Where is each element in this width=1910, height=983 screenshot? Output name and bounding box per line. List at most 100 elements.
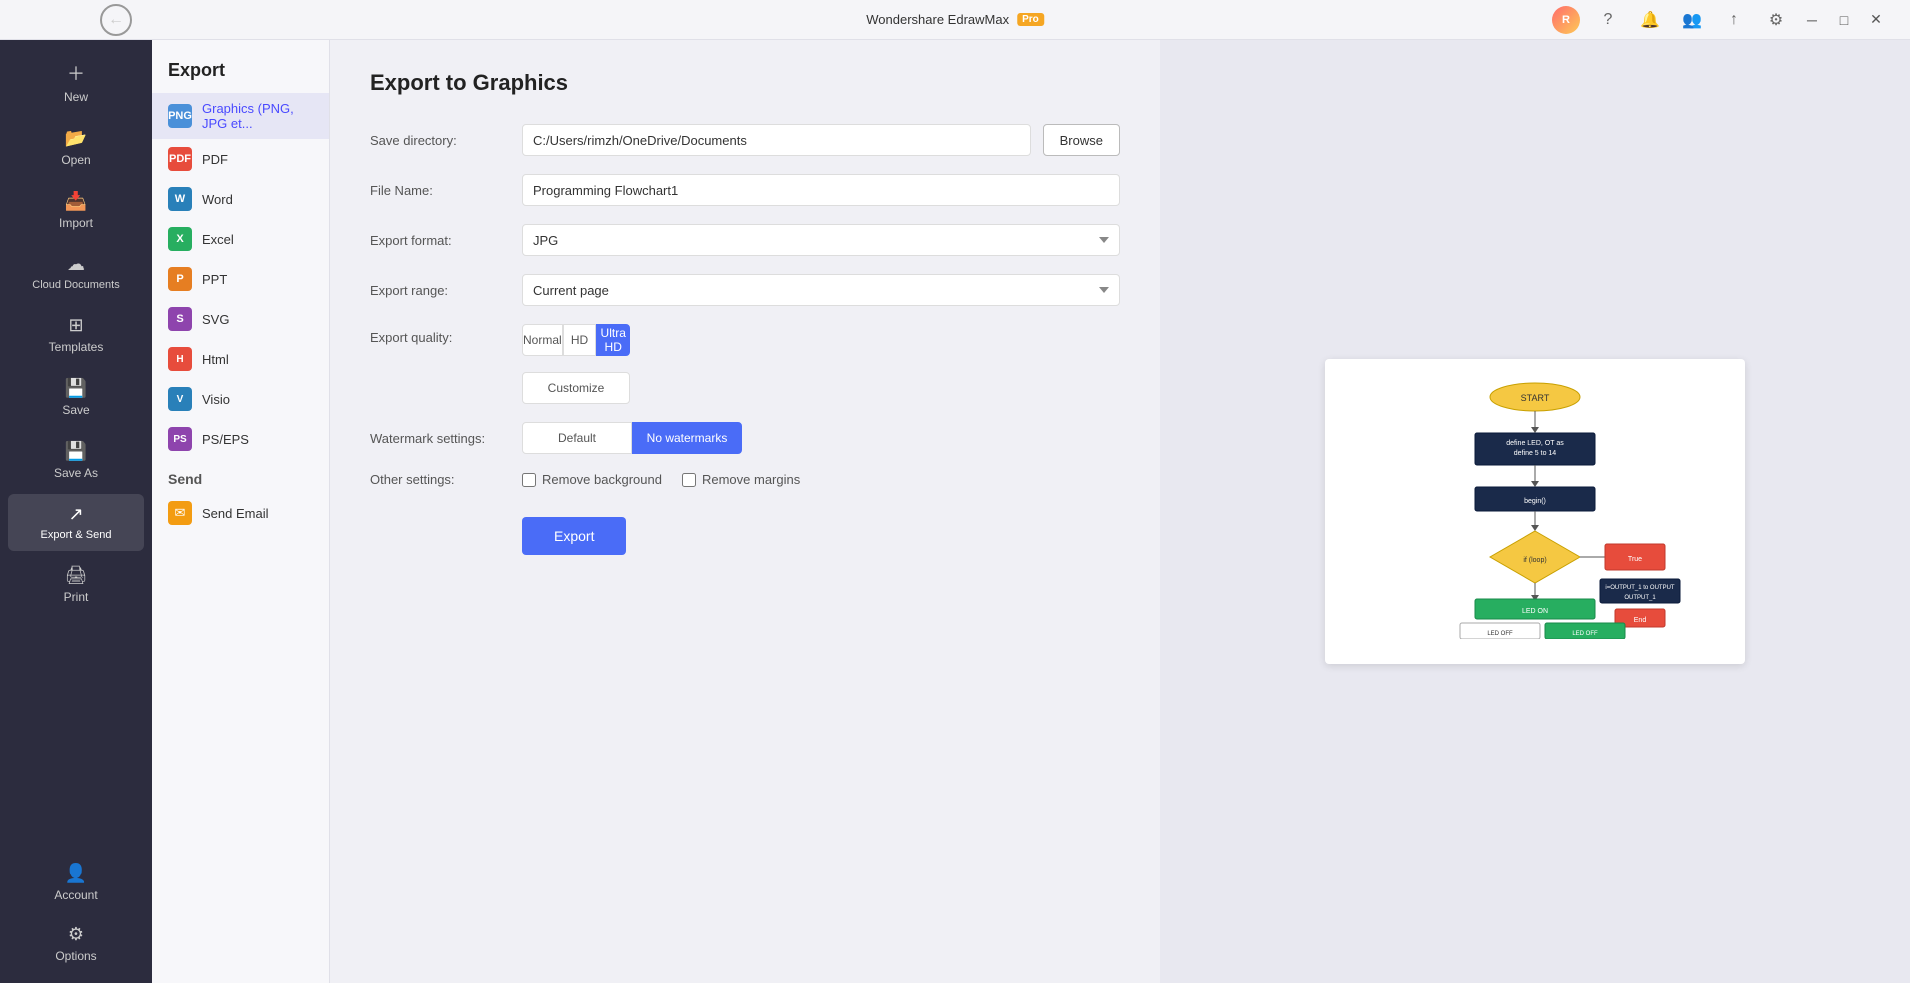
new-icon: ＋	[67, 60, 85, 86]
help-icon[interactable]: ?	[1594, 6, 1622, 34]
export-panel: Export PNG Graphics (PNG, JPG et... PDF …	[152, 40, 330, 983]
other-settings-row: Other settings: Remove background Remove…	[370, 472, 1120, 487]
sidebar-item-open[interactable]: 📂 Open	[8, 118, 144, 177]
titlebar: ← Wondershare EdrawMax Pro R ? 🔔 👥 ↑ ⚙ ─…	[0, 0, 1910, 40]
export-item-html[interactable]: H Html	[152, 339, 329, 379]
export-quality-label: Export quality:	[370, 324, 510, 345]
export-format-row: Export format: JPG PNG BMP SVG PDF	[370, 224, 1120, 256]
sidebar-item-options[interactable]: ⚙ Options	[8, 914, 144, 973]
html-icon: H	[168, 347, 192, 371]
export-button[interactable]: Export	[522, 517, 626, 555]
sidebar-item-label-cloud: Cloud Documents	[32, 279, 119, 291]
watermark-label: Watermark settings:	[370, 431, 510, 446]
export-item-ppt[interactable]: P PPT	[152, 259, 329, 299]
sidebar-item-label-save-as: Save As	[54, 466, 98, 480]
export-item-excel[interactable]: X Excel	[152, 219, 329, 259]
export-range-label: Export range:	[370, 283, 510, 298]
export-panel-title: Export	[152, 40, 329, 93]
flowchart-preview: START define LED, OT as define 5 to 14 b…	[1345, 379, 1725, 639]
ppt-icon: P	[168, 267, 192, 291]
save-as-icon: 💾	[65, 441, 87, 462]
team-icon[interactable]: 👥	[1678, 6, 1706, 34]
sidebar-item-import[interactable]: 📥 Import	[8, 181, 144, 240]
sidebar-item-cloud[interactable]: ☁ Cloud Documents	[8, 244, 144, 301]
other-settings-group: Remove background Remove margins	[522, 472, 800, 487]
open-icon: 📂	[65, 128, 87, 149]
quality-hd-button[interactable]: HD	[563, 324, 597, 356]
toolbar-icons: R ? 🔔 👥 ↑ ⚙	[1552, 6, 1790, 34]
export-item-word[interactable]: W Word	[152, 179, 329, 219]
maximize-button[interactable]: □	[1830, 6, 1858, 34]
export-item-label-pdf: PDF	[202, 152, 228, 167]
other-settings-label: Other settings:	[370, 472, 510, 487]
sidebar-item-new[interactable]: ＋ New	[8, 50, 144, 114]
sidebar-item-label-new: New	[64, 90, 88, 104]
close-button[interactable]: ✕	[1862, 6, 1890, 34]
svg-icon: S	[168, 307, 192, 331]
export-range-select[interactable]: Current page All pages Selected pages	[522, 274, 1120, 306]
remove-margins-checkbox[interactable]	[682, 473, 696, 487]
svg-text:START: START	[1521, 393, 1550, 403]
export-item-svg[interactable]: S SVG	[152, 299, 329, 339]
main-layout: ＋ New 📂 Open 📥 Import ☁ Cloud Documents …	[0, 40, 1910, 983]
svg-text:LED OFF: LED OFF	[1487, 631, 1513, 637]
svg-text:begin(): begin()	[1524, 498, 1546, 505]
sidebar-item-export[interactable]: ↗ Export & Send	[8, 494, 144, 551]
export-button-row: Export	[522, 505, 1120, 555]
bell-icon[interactable]: 🔔	[1636, 6, 1664, 34]
sidebar-item-save-as[interactable]: 💾 Save As	[8, 431, 144, 490]
svg-text:i=OUTPUT_1 to OUTPUT: i=OUTPUT_1 to OUTPUT	[1605, 585, 1675, 591]
quality-normal-button[interactable]: Normal	[522, 324, 563, 356]
watermark-default-button[interactable]: Default	[522, 422, 632, 454]
sidebar-item-templates[interactable]: ⊞ Templates	[8, 305, 144, 364]
export-item-label-excel: Excel	[202, 232, 234, 247]
remove-margins-text: Remove margins	[702, 472, 800, 487]
customize-button[interactable]: Customize	[522, 372, 630, 404]
save-icon: 💾	[65, 378, 87, 399]
export-icon: ↗	[68, 504, 83, 525]
settings-icon[interactable]: ⚙	[1762, 6, 1790, 34]
watermark-none-button[interactable]: No watermarks	[632, 422, 742, 454]
back-button[interactable]: ←	[100, 4, 132, 36]
export-item-pdf[interactable]: PDF PDF	[152, 139, 329, 179]
user-avatar[interactable]: R	[1552, 6, 1580, 34]
print-icon: 🖨	[65, 565, 88, 586]
remove-bg-text: Remove background	[542, 472, 662, 487]
export-item-graphics[interactable]: PNG Graphics (PNG, JPG et...	[152, 93, 329, 139]
export-quality-row: Export quality: Normal HD Ultra HD Custo…	[370, 324, 1120, 404]
remove-margins-label[interactable]: Remove margins	[682, 472, 800, 487]
remove-bg-checkbox[interactable]	[522, 473, 536, 487]
save-directory-input[interactable]	[522, 124, 1031, 156]
save-directory-label: Save directory:	[370, 133, 510, 148]
quality-ultra-hd-button[interactable]: Ultra HD	[596, 324, 630, 356]
visio-icon: V	[168, 387, 192, 411]
sidebar-item-label-print: Print	[64, 590, 89, 604]
file-name-input[interactable]	[522, 174, 1120, 206]
sidebar-item-label-options: Options	[55, 949, 96, 963]
remove-bg-label[interactable]: Remove background	[522, 472, 662, 487]
svg-text:if (loop): if (loop)	[1523, 557, 1546, 564]
minimize-button[interactable]: ─	[1798, 6, 1826, 34]
sidebar-item-label-export: Export & Send	[41, 529, 112, 541]
export-format-select[interactable]: JPG PNG BMP SVG PDF	[522, 224, 1120, 256]
app-title-area: Wondershare EdrawMax Pro	[866, 12, 1044, 27]
sidebar-item-label-account: Account	[54, 888, 97, 902]
export-range-row: Export range: Current page All pages Sel…	[370, 274, 1120, 306]
sidebar: ＋ New 📂 Open 📥 Import ☁ Cloud Documents …	[0, 40, 152, 983]
export-item-visio[interactable]: V Visio	[152, 379, 329, 419]
sidebar-item-account[interactable]: 👤 Account	[8, 853, 144, 912]
file-name-row: File Name:	[370, 174, 1120, 206]
svg-text:LED ON: LED ON	[1522, 608, 1548, 615]
sidebar-item-label-import: Import	[59, 216, 93, 230]
png-icon: PNG	[168, 104, 192, 128]
sidebar-item-save[interactable]: 💾 Save	[8, 368, 144, 427]
export-item-pseps[interactable]: PS PS/EPS	[152, 419, 329, 459]
browse-button[interactable]: Browse	[1043, 124, 1120, 156]
account-icon: 👤	[65, 863, 87, 884]
sidebar-item-label-templates: Templates	[49, 340, 104, 354]
sidebar-item-print[interactable]: 🖨 Print	[8, 555, 144, 614]
export-item-email[interactable]: ✉ Send Email	[152, 493, 329, 533]
main-content: Export to Graphics Save directory: Brows…	[330, 40, 1160, 983]
export-item-label-html: Html	[202, 352, 229, 367]
share-icon[interactable]: ↑	[1720, 6, 1748, 34]
